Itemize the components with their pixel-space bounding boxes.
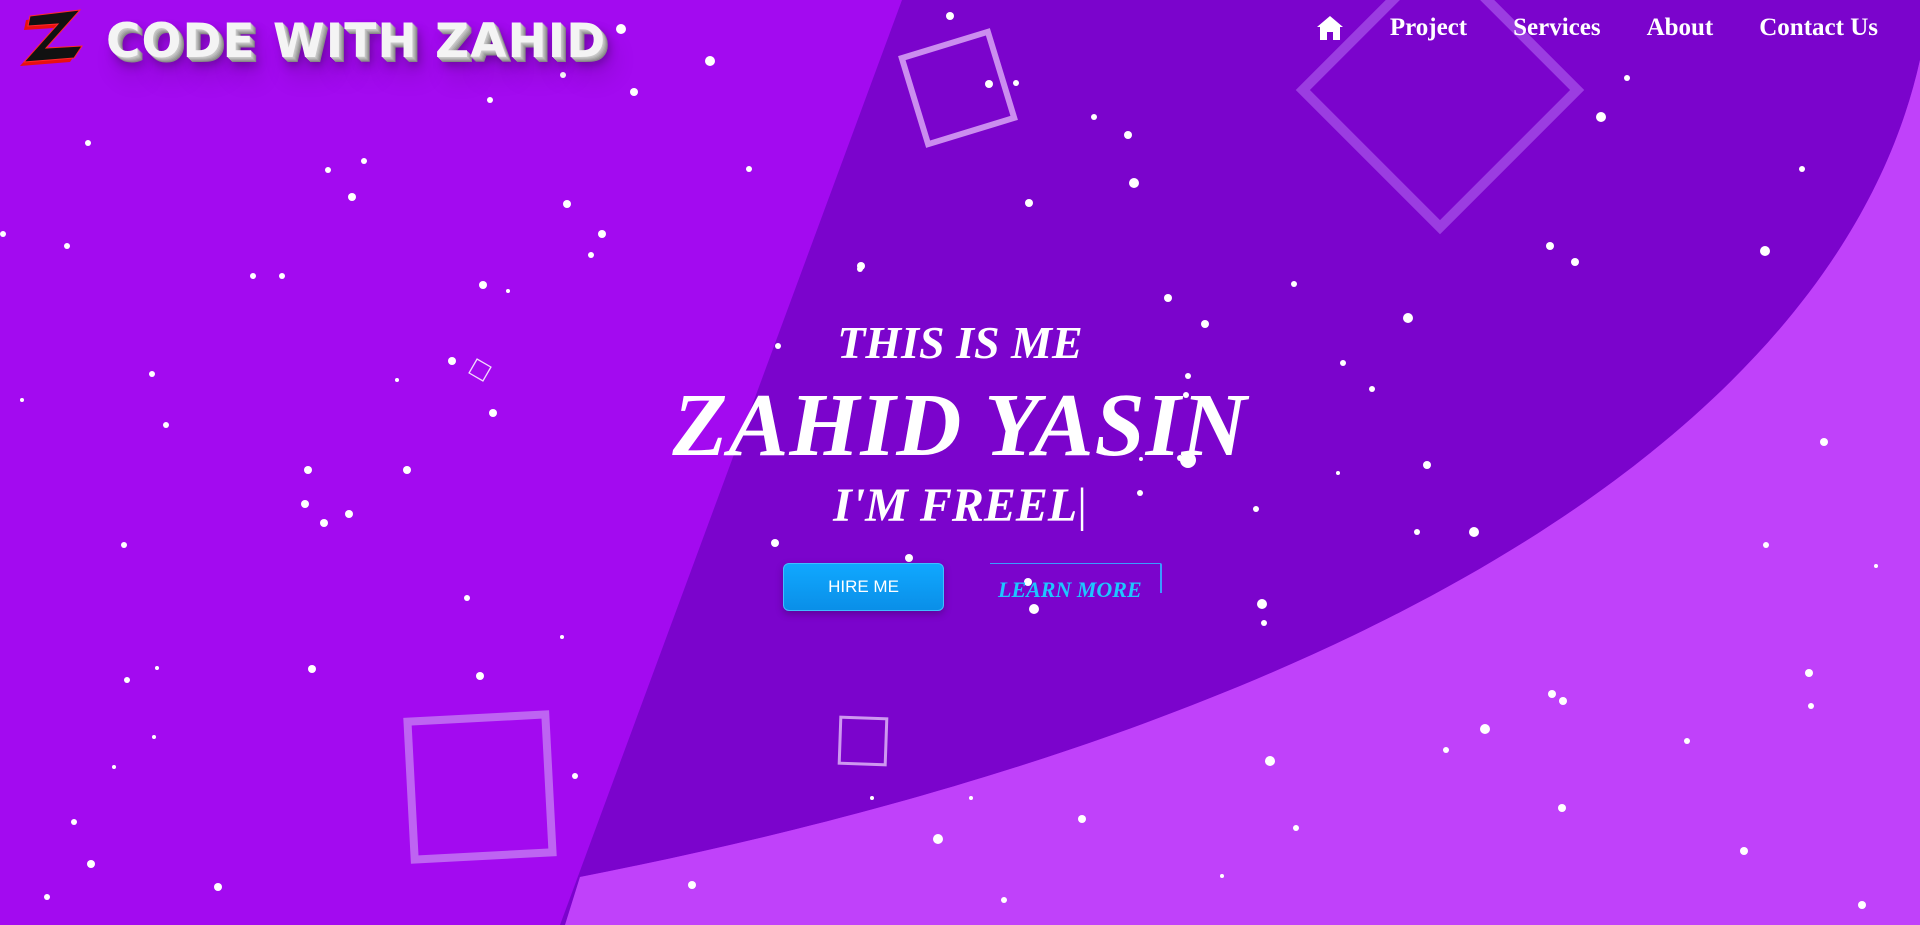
star-dot xyxy=(1805,669,1813,677)
star-dot xyxy=(1291,281,1297,287)
star-dot xyxy=(933,834,943,844)
star-dot xyxy=(1559,697,1567,705)
star-dot xyxy=(348,193,356,201)
star-dot xyxy=(1013,80,1019,86)
star-dot xyxy=(1546,242,1554,250)
star-dot xyxy=(985,80,993,88)
hero-intro: THIS IS ME xyxy=(837,317,1083,368)
star-dot xyxy=(1558,804,1566,812)
square-outline xyxy=(403,710,557,864)
star-dot xyxy=(598,230,606,238)
star-dot xyxy=(121,542,127,548)
star-dot xyxy=(1763,542,1769,548)
star-dot xyxy=(0,231,6,237)
star-dot xyxy=(250,273,256,279)
star-dot xyxy=(705,56,715,66)
star-dot xyxy=(87,860,95,868)
star-dot xyxy=(1760,246,1770,256)
star-dot xyxy=(85,140,91,146)
star-dot xyxy=(1596,112,1606,122)
star-dot xyxy=(588,252,594,258)
star-dot xyxy=(479,281,487,289)
star-dot xyxy=(1265,756,1275,766)
star-dot xyxy=(1684,738,1690,744)
star-dot xyxy=(64,243,70,249)
star-dot xyxy=(870,796,874,800)
star-dot xyxy=(572,773,578,779)
star-dot xyxy=(1571,258,1579,266)
star-dot xyxy=(361,158,367,164)
star-dot xyxy=(506,289,510,293)
star-dot xyxy=(112,765,116,769)
site-logo[interactable]: CODE WITH ZAHID xyxy=(18,8,607,69)
star-dot xyxy=(560,635,564,639)
hero-typed-text: I'M FREEL| xyxy=(0,478,1920,533)
star-dot xyxy=(1025,199,1033,207)
learn-more-button[interactable]: LEARN MORE xyxy=(990,563,1162,602)
star-dot xyxy=(487,97,493,103)
logo-z-icon xyxy=(18,8,86,68)
star-dot xyxy=(71,819,77,825)
star-dot xyxy=(1164,294,1172,302)
main-nav: Project Services About Contact Us xyxy=(1316,14,1878,42)
star-dot xyxy=(1808,703,1814,709)
star-dot xyxy=(1799,166,1805,172)
star-dot xyxy=(905,554,913,562)
star-dot xyxy=(1740,847,1748,855)
nav-link-contact[interactable]: Contact Us xyxy=(1759,14,1878,42)
star-dot xyxy=(1858,901,1866,909)
star-dot xyxy=(1874,564,1878,568)
star-dot xyxy=(857,266,863,272)
nav-link-services[interactable]: Services xyxy=(1513,14,1600,42)
star-dot xyxy=(124,677,130,683)
hire-me-button[interactable]: HIRE ME xyxy=(783,563,944,611)
star-dot xyxy=(1124,131,1132,139)
star-dot xyxy=(688,881,696,889)
star-dot xyxy=(1624,75,1630,81)
star-dot xyxy=(1261,620,1267,626)
typed-text: I'M FREEL xyxy=(833,479,1078,532)
star-dot xyxy=(464,595,470,601)
star-dot xyxy=(969,796,973,800)
star-dot xyxy=(1129,178,1139,188)
typing-caret: | xyxy=(1077,479,1087,532)
star-dot xyxy=(325,167,331,173)
star-dot xyxy=(1220,874,1224,878)
star-dot xyxy=(560,72,566,78)
learn-more-label: LEARN MORE xyxy=(998,577,1142,602)
star-dot xyxy=(563,200,571,208)
star-dot xyxy=(214,883,222,891)
star-dot xyxy=(308,665,316,673)
star-dot xyxy=(746,166,752,172)
star-dot xyxy=(616,24,626,34)
star-dot xyxy=(771,539,779,547)
star-dot xyxy=(44,894,50,900)
home-icon[interactable] xyxy=(1316,14,1344,42)
star-dot xyxy=(1548,690,1556,698)
star-dot xyxy=(946,12,954,20)
hero-page: CODE WITH ZAHID Project Services About C… xyxy=(0,0,1920,925)
star-dot xyxy=(279,273,285,279)
nav-link-about[interactable]: About xyxy=(1647,14,1714,42)
star-dot xyxy=(1480,724,1490,734)
star-dot xyxy=(1293,825,1299,831)
nav-link-project[interactable]: Project xyxy=(1390,14,1467,42)
hero-name: ZAHID YASIN xyxy=(672,376,1248,475)
star-dot xyxy=(155,666,159,670)
logo-text: CODE WITH ZAHID xyxy=(106,13,607,69)
star-dot xyxy=(1443,747,1449,753)
star-dot xyxy=(476,672,484,680)
star-dot xyxy=(1257,599,1267,609)
star-dot xyxy=(1091,114,1097,120)
star-dot xyxy=(1001,897,1007,903)
star-dot xyxy=(630,88,638,96)
star-dot xyxy=(152,735,156,739)
star-dot xyxy=(1029,604,1039,614)
star-dot xyxy=(1078,815,1086,823)
